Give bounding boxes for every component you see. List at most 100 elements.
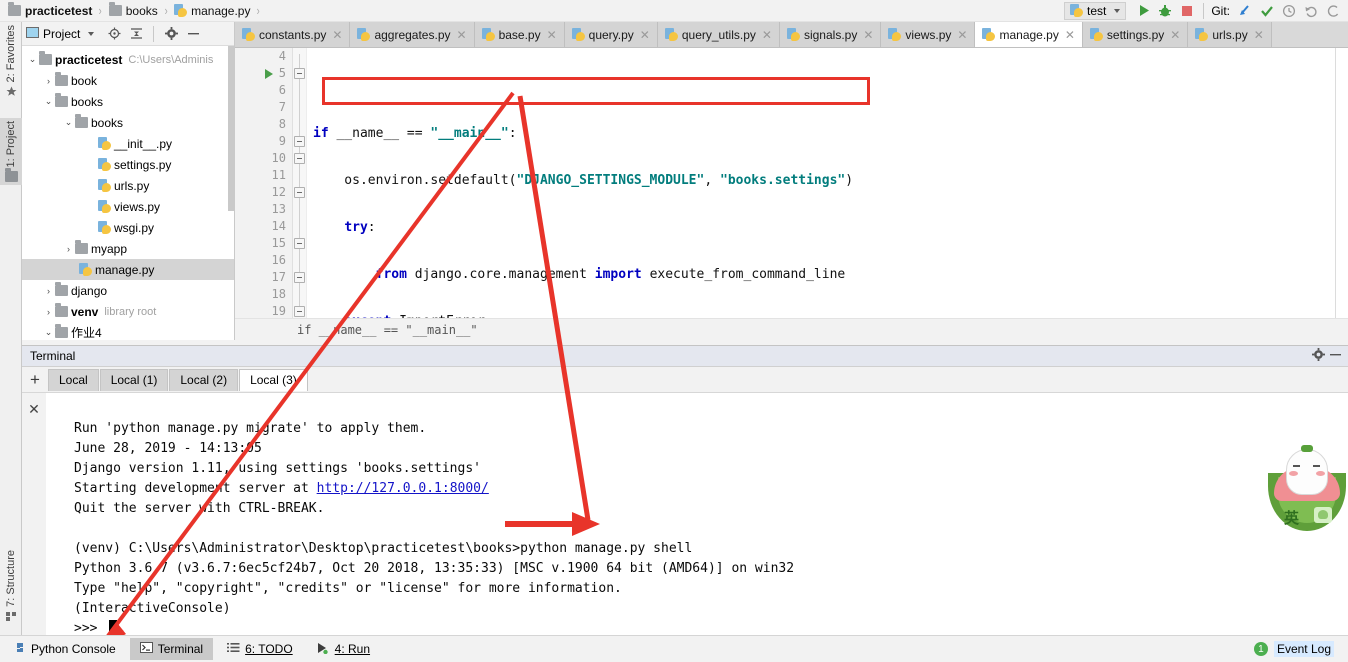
chevron-right-icon[interactable]: › — [42, 76, 55, 86]
project-tree[interactable]: ⌄ practicetest C:\Users\Adminis › book ⌄… — [22, 46, 234, 338]
close-icon[interactable]: ✕ — [547, 28, 557, 42]
project-tree-scrollbar[interactable] — [228, 46, 234, 211]
sidebar-item-structure[interactable]: 7: Structure — [0, 547, 22, 628]
close-icon[interactable]: ✕ — [332, 28, 342, 42]
event-log-button[interactable]: Event Log — [1273, 641, 1334, 657]
run-gutter-icon[interactable] — [265, 69, 273, 79]
editor-code-area[interactable]: if __name__ == "__main__": os.environ.se… — [307, 48, 1348, 658]
chevron-right-icon[interactable]: › — [42, 307, 55, 317]
tree-row[interactable]: views.py — [22, 196, 234, 217]
terminal-tab-local-1[interactable]: Local (1) — [99, 368, 169, 391]
tab-label: query_utils.py — [681, 27, 756, 42]
commit-icon[interactable] — [1256, 1, 1278, 21]
tree-row[interactable]: ⌄ books — [22, 112, 234, 133]
close-icon[interactable]: ✕ — [1065, 28, 1075, 42]
editor-scrollbar[interactable] — [1335, 48, 1348, 318]
gear-icon[interactable] — [1312, 348, 1325, 364]
fold-toggle-icon[interactable] — [294, 306, 305, 317]
terminal-tab-local-3[interactable]: Local (3) — [239, 368, 308, 391]
terminal-output[interactable]: Run 'python manage.py migrate' to apply … — [46, 393, 1348, 636]
tab-signals-py[interactable]: signals.py ✕ — [779, 22, 882, 47]
hide-icon[interactable] — [183, 24, 203, 44]
tree-row[interactable]: › venv library root — [22, 301, 234, 322]
gear-icon[interactable] — [161, 24, 181, 44]
ime-skin-icon[interactable] — [1314, 507, 1332, 523]
tree-row[interactable]: › django — [22, 280, 234, 301]
new-terminal-tab-button[interactable]: + — [22, 367, 48, 393]
fold-toggle-icon[interactable] — [294, 238, 305, 249]
fold-toggle-icon[interactable] — [294, 68, 305, 79]
breadcrumb-item-managepy[interactable]: manage.py — [174, 4, 250, 18]
editor-fold-column[interactable] — [293, 48, 307, 318]
tab-query-py[interactable]: query.py ✕ — [564, 22, 658, 47]
close-icon[interactable]: ✕ — [957, 28, 967, 42]
tree-item-label: myapp — [91, 241, 128, 256]
breadcrumb-item-practicetest[interactable]: practicetest — [8, 2, 92, 18]
history-icon[interactable] — [1278, 1, 1300, 21]
tab-aggregates-py[interactable]: aggregates.py ✕ — [350, 22, 475, 47]
code-editor[interactable]: 4 5 6 7 8 9 10 11 12 13 14 15 16 17 18 1… — [235, 48, 1348, 658]
ime-mode-label[interactable]: 英 — [1284, 507, 1299, 528]
stop-button[interactable] — [1176, 1, 1198, 21]
tree-row[interactable]: settings.py — [22, 154, 234, 175]
terminal-body[interactable]: ✕ Run 'python manage.py migrate' to appl… — [22, 393, 1348, 636]
close-icon[interactable]: ✕ — [863, 28, 873, 42]
tab-base-py[interactable]: base.py ✕ — [474, 22, 565, 47]
close-icon[interactable]: ✕ — [22, 393, 46, 635]
tab-label: manage.py — [999, 27, 1059, 42]
tab-settings-py[interactable]: settings.py ✕ — [1082, 22, 1189, 47]
tree-row[interactable]: ⌄ books — [22, 91, 234, 112]
close-icon[interactable]: ✕ — [457, 28, 467, 42]
tree-row[interactable]: › book — [22, 70, 234, 91]
status-item-terminal[interactable]: Terminal — [129, 638, 214, 660]
tab-urls-py[interactable]: urls.py ✕ — [1188, 22, 1272, 47]
update-project-icon[interactable] — [1234, 1, 1256, 21]
close-icon[interactable]: ✕ — [1254, 28, 1264, 42]
locate-icon[interactable] — [104, 24, 124, 44]
tree-row[interactable]: wsgi.py — [22, 217, 234, 238]
fold-toggle-icon[interactable] — [294, 187, 305, 198]
status-item-todo[interactable]: 6: TODO — [217, 638, 303, 660]
collapse-all-icon[interactable] — [126, 24, 146, 44]
run-button[interactable] — [1132, 1, 1154, 21]
hide-icon[interactable] — [1329, 348, 1342, 364]
chevron-down-icon[interactable]: ⌄ — [42, 327, 55, 338]
fold-toggle-icon[interactable] — [294, 136, 305, 147]
chevron-down-icon[interactable]: ⌄ — [42, 96, 55, 107]
status-item-run[interactable]: 4: Run — [307, 638, 380, 660]
close-icon[interactable]: ✕ — [762, 28, 772, 42]
tree-row[interactable]: urls.py — [22, 175, 234, 196]
terminal-tab-local[interactable]: Local — [48, 368, 99, 391]
chevron-right-icon[interactable]: › — [62, 244, 75, 254]
close-icon[interactable]: ✕ — [1170, 28, 1180, 42]
tab-manage-py[interactable]: manage.py ✕ — [975, 22, 1083, 47]
tree-row[interactable]: ⌄ 作业4 — [22, 322, 234, 338]
tab-constants-py[interactable]: constants.py ✕ — [235, 22, 351, 47]
tree-row[interactable]: ⌄ practicetest C:\Users\Adminis — [22, 49, 234, 70]
sidebar-item-project[interactable]: 1: Project — [0, 118, 22, 186]
python-file-icon — [664, 28, 678, 41]
editor-gutter[interactable]: 4 5 6 7 8 9 10 11 12 13 14 15 16 17 18 1… — [235, 48, 293, 318]
status-item-python-console[interactable]: Python Console — [4, 638, 126, 660]
close-icon[interactable]: ✕ — [640, 28, 650, 42]
run-configuration-selector[interactable]: test — [1063, 1, 1127, 20]
sogou-ime-indicator[interactable]: 英 — [1268, 445, 1346, 533]
tab-query-utils-py[interactable]: query_utils.py ✕ — [657, 22, 780, 47]
project-view-selector[interactable]: Project — [26, 26, 95, 41]
tab-views-py[interactable]: views.py ✕ — [881, 22, 976, 47]
chevron-right-icon[interactable]: › — [42, 286, 55, 296]
tree-row-selected[interactable]: manage.py — [22, 259, 234, 280]
sidebar-item-favorites[interactable]: 2: Favorites — [0, 22, 22, 103]
debug-button[interactable] — [1154, 1, 1176, 21]
more-actions-icon[interactable] — [1322, 1, 1344, 21]
chevron-down-icon[interactable]: ⌄ — [62, 117, 75, 128]
tree-row[interactable]: › myapp — [22, 238, 234, 259]
fold-toggle-icon[interactable] — [294, 272, 305, 283]
fold-toggle-icon[interactable] — [294, 153, 305, 164]
server-url-link[interactable]: http://127.0.0.1:8000/ — [317, 481, 489, 496]
breadcrumb-item-books[interactable]: books — [108, 2, 158, 18]
revert-icon[interactable] — [1300, 1, 1322, 21]
terminal-tab-local-2[interactable]: Local (2) — [169, 368, 239, 391]
chevron-down-icon[interactable]: ⌄ — [26, 54, 39, 65]
tree-row[interactable]: __init__.py — [22, 133, 234, 154]
